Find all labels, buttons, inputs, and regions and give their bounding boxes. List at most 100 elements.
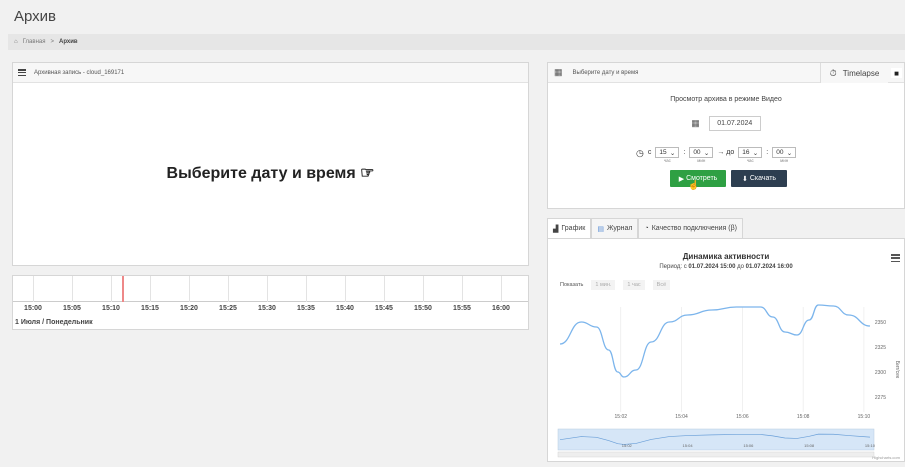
download-button-label: Скачать xyxy=(749,175,777,182)
x-tick-label: 15:10 xyxy=(858,414,871,420)
to-minute-select[interactable]: 00 ⌄ xyxy=(772,147,797,158)
timeline-tick xyxy=(189,276,190,302)
home-icon[interactable]: ⌂ xyxy=(14,39,18,45)
download-button[interactable]: ⬇ Скачать xyxy=(731,170,787,187)
timeline-tick xyxy=(267,276,268,302)
timeline-tick-label: 15:15 xyxy=(141,305,159,312)
clock-icon: ◷ xyxy=(636,148,644,158)
tab-chart[interactable]: ▟ График xyxy=(547,218,592,238)
timelapse-label: Timelapse xyxy=(842,68,880,78)
period-to: 01.07.2024 16:00 xyxy=(745,264,793,270)
signal-icon: ◔ xyxy=(644,225,649,232)
navigator-tick-label: 15:06 xyxy=(743,443,754,448)
timeline-tick-label: 15:30 xyxy=(258,305,276,312)
x-tick-label: 15:04 xyxy=(675,414,688,420)
timeline[interactable]: 15:00 15:05 15:10 15:15 15:20 15:25 15:30 15:35… xyxy=(12,275,529,330)
chart-credits: Highcharts.com xyxy=(872,455,900,460)
video-panel-header: Архивная запись - cloud_169171 xyxy=(13,63,528,83)
from-minute-unit: мин xyxy=(697,158,706,163)
x-tick-label: 15:02 xyxy=(615,414,628,420)
to-minute-value: 00 xyxy=(776,149,784,156)
activity-series-line xyxy=(559,304,871,378)
zoom-1min-button[interactable]: 1 мин. xyxy=(591,280,616,290)
chevron-down-icon: ⌄ xyxy=(752,149,759,157)
to-minute-unit: мин xyxy=(780,158,789,163)
zoom-label: Показать xyxy=(560,282,584,288)
y-tick-label: 2275 xyxy=(875,395,886,401)
timeline-tick xyxy=(345,276,346,302)
x-tick-label: 15:06 xyxy=(736,414,749,420)
timeline-tick-label: 15:05 xyxy=(63,305,81,312)
chart-menu-icon[interactable] xyxy=(891,254,900,262)
video-panel-title: Архивная запись - cloud_169171 xyxy=(34,69,125,76)
navigator-scrollbar xyxy=(557,451,875,458)
breadcrumb-home[interactable]: Главная xyxy=(23,39,46,45)
date-select-panel: ▦ Выберите дату и время ⏱ Timelapse ■ Пр… xyxy=(547,62,905,209)
breadcrumb-current: Архив xyxy=(58,39,78,45)
y-tick-label: 2300 xyxy=(875,370,886,376)
from-minute-select[interactable]: 00 ⌄ xyxy=(689,147,714,158)
time-range-row: ◷ с 15 ⌄ час : 00 ⌄ мин → до 16 ⌄ час : 00 ⌄… xyxy=(636,147,797,164)
video-camera-icon[interactable]: ■ xyxy=(891,68,902,78)
chart-title: Динамика активности xyxy=(682,252,770,261)
timeline-tick xyxy=(462,276,463,302)
calendar-icon: ▦ xyxy=(554,67,563,77)
period-from: 01.07.2024 15:00 xyxy=(688,264,736,270)
timeline-cursor[interactable] xyxy=(121,276,124,302)
timeline-tick xyxy=(384,276,385,302)
timeline-tick-label: 16:00 xyxy=(492,305,510,312)
x-tick-label: 15:08 xyxy=(797,414,810,420)
timeline-tick xyxy=(150,276,151,302)
timeline-tick-label: 15:40 xyxy=(336,305,354,312)
activity-panel: ▟ График ▤ Журнал ◔ Качество подключения… xyxy=(547,216,905,462)
menu-icon[interactable] xyxy=(18,69,26,76)
zoom-row: Показать 1 мин. 1 час Всё xyxy=(560,280,671,290)
to-hour-value: 16 xyxy=(742,149,750,156)
date-panel-title: Выберите дату и время xyxy=(572,69,639,76)
timeline-tick-label: 15:00 xyxy=(24,305,42,312)
mouse-cursor-icon: ☝ xyxy=(688,180,700,190)
to-label: → до xyxy=(717,149,735,156)
tab-connection-quality[interactable]: ◔ Качество подключения (β) xyxy=(638,218,743,238)
timeline-tick-label: 15:10 xyxy=(102,305,120,312)
date-picker-icon[interactable]: ▦ xyxy=(691,118,700,129)
archive-mode-text: Просмотр архива в режиме Видео xyxy=(670,96,782,103)
timeline-tick-label: 15:45 xyxy=(375,305,393,312)
zoom-all-button[interactable]: Всё xyxy=(652,280,671,290)
navigator-tick-label: 15:10 xyxy=(865,443,876,448)
timeline-tick xyxy=(72,276,73,302)
activity-chart[interactable]: 15:02 15:04 15:06 15:08 15:10 2275 2300 2325 235… xyxy=(548,239,904,461)
pointing-hand-icon: ☞ xyxy=(360,165,375,182)
timeline-tick xyxy=(501,276,502,302)
timelapse-button[interactable]: ⏱ Timelapse xyxy=(820,63,888,83)
activity-tabs: ▟ График ▤ Журнал ◔ Качество подключения… xyxy=(547,218,743,238)
zoom-1hour-button[interactable]: 1 час xyxy=(623,280,645,290)
from-hour-value: 15 xyxy=(659,149,667,156)
navigator-tick-label: 15:02 xyxy=(622,443,633,448)
timeline-tick xyxy=(33,276,34,302)
y-tick-label: 2325 xyxy=(875,345,886,351)
chart-subtitle: Период: с 01.07.2024 15:00 до 01.07.2024… xyxy=(659,264,793,270)
video-placeholder-text: Выберите дату и время xyxy=(166,165,356,182)
timeline-track[interactable] xyxy=(13,276,528,302)
chevron-down-icon: ⌄ xyxy=(703,149,710,157)
tab-log-label: Журнал xyxy=(606,225,633,232)
to-hour-select[interactable]: 16 ⌄ xyxy=(738,147,763,158)
to-hour-unit: час xyxy=(746,158,754,163)
from-minute-value: 00 xyxy=(693,149,701,156)
date-input[interactable]: 01.07.2024 xyxy=(708,116,761,131)
chevron-down-icon: ⌄ xyxy=(669,149,676,157)
timeline-date-label: 1 Июля / Понедельник xyxy=(15,319,93,326)
timeline-tick-label: 15:35 xyxy=(297,305,315,312)
breadcrumb-separator: > xyxy=(50,39,54,45)
timeline-tick xyxy=(423,276,424,302)
chart-icon: ▟ xyxy=(553,225,559,233)
timelapse-icon: ⏱ xyxy=(829,67,837,78)
timeline-tick-label: 15:55 xyxy=(453,305,471,312)
video-placeholder: Выберите дату и время ☞ xyxy=(13,163,528,183)
date-row: ▦ 01.07.2024 xyxy=(548,116,904,131)
from-hour-select[interactable]: 15 ⌄ xyxy=(655,147,680,158)
log-icon: ▤ xyxy=(597,225,604,233)
tab-log[interactable]: ▤ Журнал xyxy=(591,218,639,238)
play-icon: ▶ xyxy=(678,175,685,183)
